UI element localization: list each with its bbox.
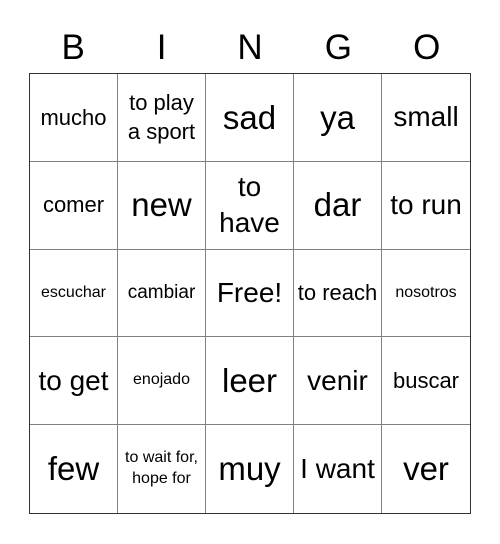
bingo-cell-text: to get bbox=[38, 364, 109, 396]
bingo-cell-text: ver bbox=[403, 450, 449, 488]
header-letter-o: O bbox=[413, 28, 441, 67]
bingo-cell-text: mucho bbox=[40, 104, 107, 130]
bingo-cell[interactable]: ver bbox=[382, 425, 470, 513]
bingo-cell-text: leer bbox=[221, 361, 278, 399]
bingo-cell-text: to reach bbox=[297, 280, 378, 306]
bingo-cell-text: enojado bbox=[133, 371, 190, 389]
bingo-cell[interactable]: venir bbox=[294, 337, 382, 426]
bingo-cell[interactable]: buscar bbox=[382, 337, 470, 426]
bingo-cell-text: comer bbox=[42, 192, 105, 218]
bingo-cell[interactable]: comer bbox=[30, 161, 118, 250]
bingo-cell-text: to wait for, hope for bbox=[125, 449, 198, 488]
bingo-cell[interactable]: mucho bbox=[30, 74, 118, 162]
bingo-cell[interactable]: to reach bbox=[294, 249, 382, 338]
bingo-cell-text: escuchar bbox=[41, 283, 106, 301]
bingo-cell[interactable]: leer bbox=[206, 337, 294, 426]
bingo-cell-text: to run bbox=[390, 189, 462, 220]
bingo-cell[interactable]: to run bbox=[382, 162, 470, 250]
bingo-cell[interactable]: to wait for, hope for bbox=[118, 425, 206, 513]
bingo-cell[interactable]: to get bbox=[30, 337, 118, 426]
bingo-cell-text: venir bbox=[307, 364, 368, 396]
bingo-cell-text: I want bbox=[300, 452, 375, 484]
bingo-cell[interactable]: enojado bbox=[118, 337, 206, 426]
bingo-board: mucho to play a sport sad ya small comer new to… bbox=[29, 73, 471, 514]
bingo-cell[interactable]: nosotros bbox=[382, 250, 470, 338]
bingo-cell-text: to play a sport bbox=[127, 89, 196, 145]
bingo-cell[interactable]: to have bbox=[206, 161, 294, 250]
bingo-cell-text: ya bbox=[320, 98, 355, 136]
header-letter-g: G bbox=[324, 28, 352, 67]
bingo-cell[interactable]: Free! bbox=[206, 249, 294, 338]
header-letter-b: B bbox=[61, 28, 85, 67]
bingo-cell-text: Free! bbox=[216, 276, 283, 308]
bingo-cell-text: nosotros bbox=[395, 283, 457, 301]
bingo-cell[interactable]: muy bbox=[206, 425, 294, 513]
bingo-cell-text: dar bbox=[313, 186, 362, 224]
bingo-cell[interactable]: sad bbox=[206, 74, 294, 162]
bingo-cell[interactable]: I want bbox=[294, 425, 382, 513]
bingo-cell[interactable]: small bbox=[382, 74, 470, 162]
bingo-cell-text: small bbox=[393, 101, 459, 133]
bingo-cell-text: new bbox=[131, 186, 192, 224]
bingo-cell[interactable]: to play a sport bbox=[118, 74, 206, 162]
bingo-cell-text: few bbox=[47, 450, 100, 488]
bingo-cell-text: sad bbox=[222, 98, 277, 136]
bingo-header: B I N G O bbox=[29, 26, 471, 70]
bingo-cell[interactable]: escuchar bbox=[30, 249, 118, 338]
bingo-cell-text: to have bbox=[219, 170, 280, 239]
bingo-cell[interactable]: cambiar bbox=[118, 249, 206, 338]
bingo-cell-text: muy bbox=[218, 450, 281, 488]
header-letter-i: I bbox=[156, 28, 167, 67]
bingo-cell[interactable]: dar bbox=[294, 161, 382, 250]
header-letter-n: N bbox=[237, 28, 263, 67]
bingo-cell-text: buscar bbox=[392, 367, 460, 393]
bingo-cell[interactable]: ya bbox=[294, 74, 382, 162]
bingo-cell[interactable]: few bbox=[30, 425, 118, 513]
bingo-cell[interactable]: new bbox=[118, 161, 206, 250]
bingo-cell-text: cambiar bbox=[127, 281, 196, 303]
